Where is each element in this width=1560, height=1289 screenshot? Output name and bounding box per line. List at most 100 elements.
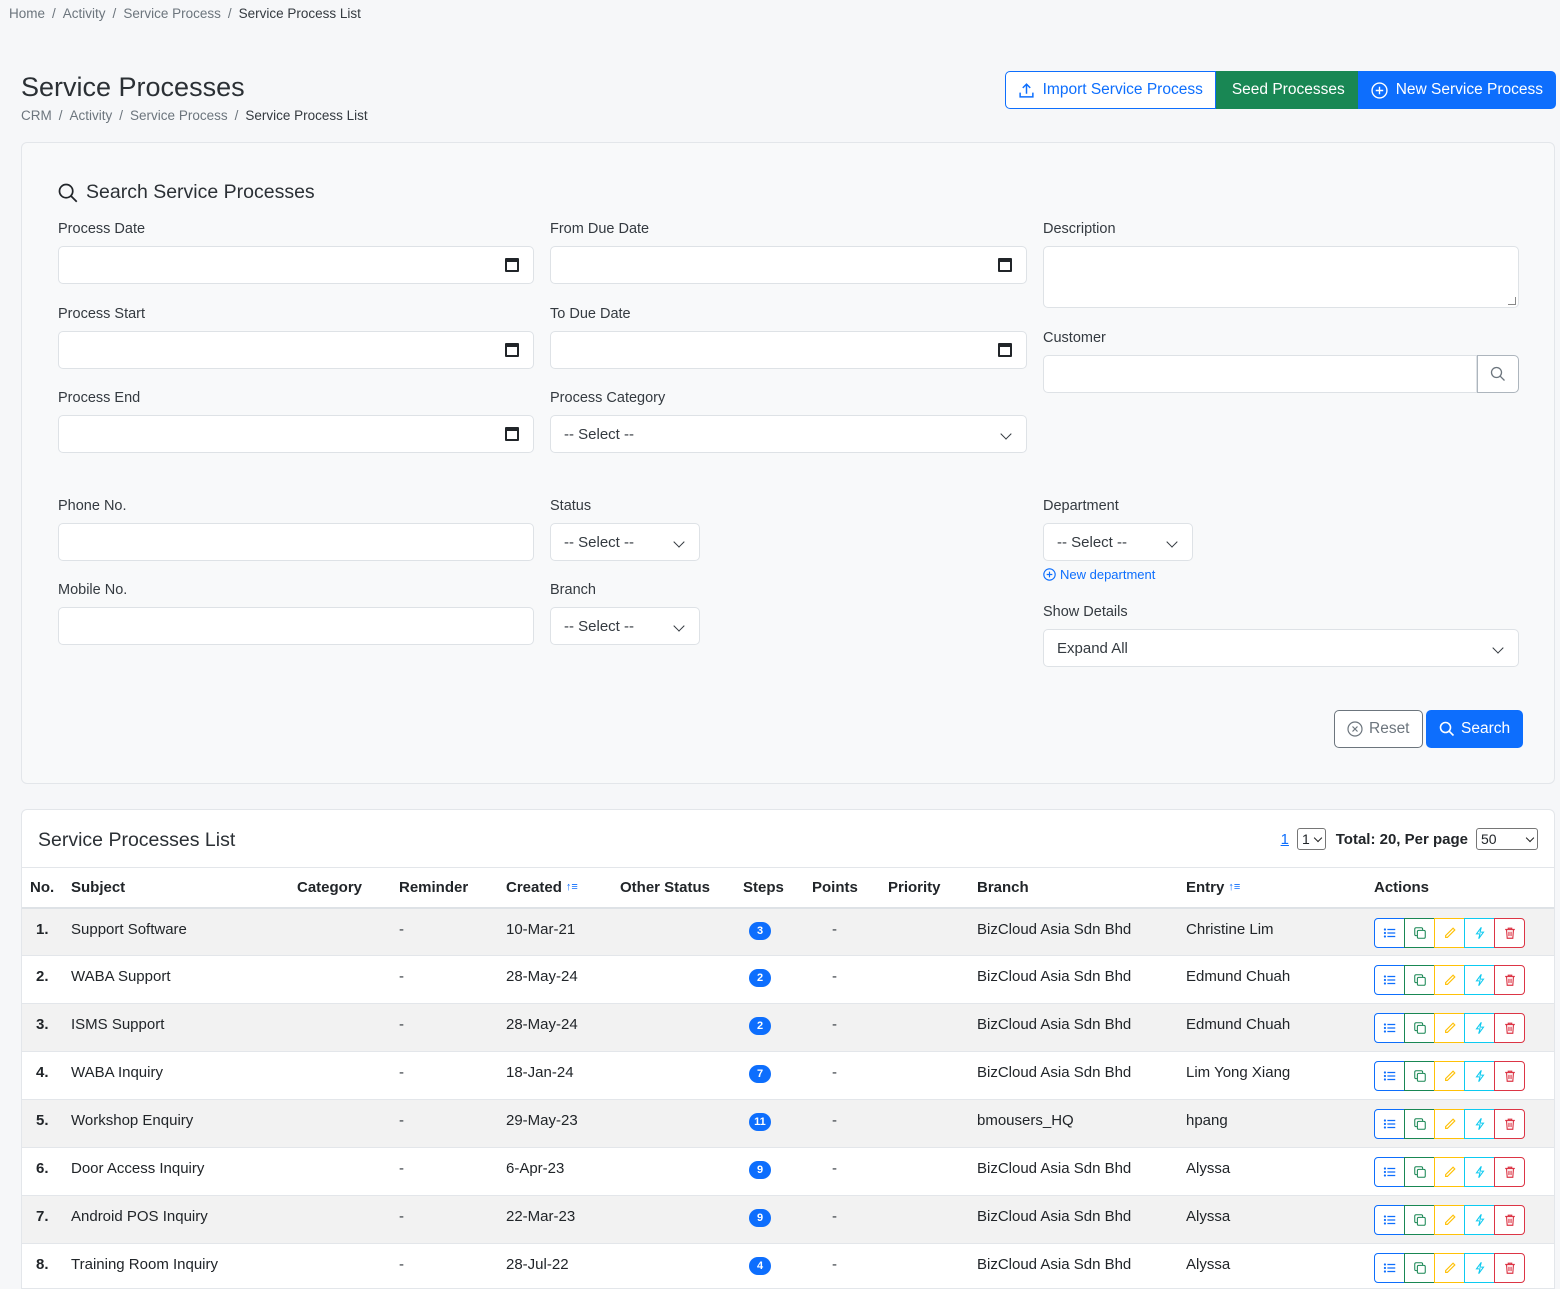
- row-subject[interactable]: Training Room Inquiry: [63, 1244, 289, 1289]
- row-subject[interactable]: WABA Support: [63, 956, 289, 1004]
- trigger-button[interactable]: [1464, 1013, 1495, 1043]
- copy-button[interactable]: [1404, 1205, 1435, 1235]
- copy-button[interactable]: [1404, 918, 1435, 948]
- crumb-service-process-2[interactable]: Service Process: [130, 108, 228, 123]
- view-steps-button[interactable]: [1374, 1253, 1405, 1283]
- calendar-icon[interactable]: [505, 258, 519, 272]
- view-steps-button[interactable]: [1374, 918, 1405, 948]
- view-steps-button[interactable]: [1374, 1157, 1405, 1187]
- row-subject[interactable]: Android POS Inquiry: [63, 1196, 289, 1244]
- process-date-input[interactable]: [58, 246, 534, 284]
- copy-button[interactable]: [1404, 1157, 1435, 1187]
- row-subject[interactable]: Support Software: [63, 908, 289, 956]
- delete-button[interactable]: [1494, 1061, 1525, 1091]
- row-subject[interactable]: ISMS Support: [63, 1004, 289, 1052]
- edit-button[interactable]: [1434, 918, 1465, 948]
- edit-button[interactable]: [1434, 1205, 1465, 1235]
- status-select[interactable]: -- Select --: [550, 523, 700, 561]
- delete-button[interactable]: [1494, 918, 1525, 948]
- table-row[interactable]: 8.Training Room Inquiry-28-Jul-224-BizCl…: [22, 1244, 1554, 1289]
- copy-button[interactable]: [1404, 965, 1435, 995]
- trigger-button[interactable]: [1464, 1157, 1495, 1187]
- trigger-button[interactable]: [1464, 965, 1495, 995]
- edit-button[interactable]: [1434, 1157, 1465, 1187]
- delete-button[interactable]: [1494, 1157, 1525, 1187]
- reset-button[interactable]: Reset: [1334, 710, 1423, 748]
- delete-button[interactable]: [1494, 965, 1525, 995]
- new-service-process-button[interactable]: New Service Process: [1358, 71, 1556, 109]
- trigger-button[interactable]: [1464, 1253, 1495, 1283]
- trigger-button[interactable]: [1464, 1061, 1495, 1091]
- edit-button[interactable]: [1434, 1013, 1465, 1043]
- crumb-service-process[interactable]: Service Process: [123, 6, 221, 21]
- calendar-icon[interactable]: [505, 427, 519, 441]
- search-button[interactable]: Search: [1426, 710, 1523, 748]
- view-steps-button[interactable]: [1374, 965, 1405, 995]
- per-page-select[interactable]: 50: [1476, 828, 1538, 850]
- edit-button[interactable]: [1434, 1253, 1465, 1283]
- trigger-button[interactable]: [1464, 1109, 1495, 1139]
- edit-button[interactable]: [1434, 1061, 1465, 1091]
- trigger-button[interactable]: [1464, 918, 1495, 948]
- page-link[interactable]: 1: [1281, 831, 1289, 848]
- department-select[interactable]: -- Select --: [1043, 523, 1193, 561]
- delete-button[interactable]: [1494, 1109, 1525, 1139]
- table-row[interactable]: 6.Door Access Inquiry-6-Apr-239-BizCloud…: [22, 1148, 1554, 1196]
- calendar-icon[interactable]: [505, 343, 519, 357]
- copy-button[interactable]: [1404, 1109, 1435, 1139]
- trigger-button[interactable]: [1464, 1205, 1495, 1235]
- view-steps-button[interactable]: [1374, 1109, 1405, 1139]
- branch-select[interactable]: -- Select --: [550, 607, 700, 645]
- delete-button[interactable]: [1494, 1013, 1525, 1043]
- copy-button[interactable]: [1404, 1253, 1435, 1283]
- import-service-process-button[interactable]: Import Service Process: [1005, 71, 1216, 109]
- phone-no-input[interactable]: [58, 523, 534, 561]
- seed-processes-button[interactable]: Seed Processes: [1216, 71, 1358, 109]
- customer-input[interactable]: [1043, 355, 1477, 393]
- process-category-select[interactable]: -- Select --: [550, 415, 1027, 453]
- calendar-icon[interactable]: [998, 343, 1012, 357]
- process-end-input[interactable]: [58, 415, 534, 453]
- table-row[interactable]: 5.Workshop Enquiry-29-May-2311-bmousers_…: [22, 1100, 1554, 1148]
- crumb-crm[interactable]: CRM: [21, 108, 52, 123]
- crumb-activity-2[interactable]: Activity: [70, 108, 113, 123]
- col-reminder[interactable]: Reminder: [391, 868, 498, 908]
- edit-button[interactable]: [1434, 1109, 1465, 1139]
- row-subject[interactable]: Workshop Enquiry: [63, 1100, 289, 1148]
- process-start-input[interactable]: [58, 331, 534, 369]
- copy-button[interactable]: [1404, 1061, 1435, 1091]
- view-steps-button[interactable]: [1374, 1013, 1405, 1043]
- to-due-date-input[interactable]: [550, 331, 1027, 369]
- col-priority[interactable]: Priority: [880, 868, 969, 908]
- customer-search-button[interactable]: [1477, 355, 1519, 393]
- delete-button[interactable]: [1494, 1253, 1525, 1283]
- calendar-icon[interactable]: [998, 258, 1012, 272]
- from-due-date-input[interactable]: [550, 246, 1027, 284]
- edit-button[interactable]: [1434, 965, 1465, 995]
- page-select[interactable]: 1: [1297, 828, 1326, 850]
- crumb-home[interactable]: Home: [9, 6, 45, 21]
- col-branch[interactable]: Branch: [969, 868, 1178, 908]
- copy-button[interactable]: [1404, 1013, 1435, 1043]
- show-details-select[interactable]: Expand All: [1043, 629, 1519, 667]
- view-steps-button[interactable]: [1374, 1205, 1405, 1235]
- col-created[interactable]: Created↑≡: [498, 868, 612, 908]
- crumb-activity[interactable]: Activity: [63, 6, 106, 21]
- view-steps-button[interactable]: [1374, 1061, 1405, 1091]
- table-row[interactable]: 7.Android POS Inquiry-22-Mar-239-BizClou…: [22, 1196, 1554, 1244]
- new-department-link[interactable]: New department: [1043, 567, 1193, 582]
- col-category[interactable]: Category: [289, 868, 391, 908]
- resize-handle-icon[interactable]: [1508, 297, 1516, 305]
- description-textarea[interactable]: [1043, 246, 1519, 308]
- row-subject[interactable]: Door Access Inquiry: [63, 1148, 289, 1196]
- sort-icon[interactable]: ↑≡: [566, 881, 578, 893]
- sort-icon[interactable]: ↑≡: [1228, 881, 1240, 893]
- col-subject[interactable]: Subject: [63, 868, 289, 908]
- col-entry[interactable]: Entry↑≡: [1178, 868, 1366, 908]
- table-row[interactable]: 4.WABA Inquiry-18-Jan-247-BizCloud Asia …: [22, 1052, 1554, 1100]
- table-row[interactable]: 2.WABA Support-28-May-242-BizCloud Asia …: [22, 956, 1554, 1004]
- table-row[interactable]: 3.ISMS Support-28-May-242-BizCloud Asia …: [22, 1004, 1554, 1052]
- table-row[interactable]: 1.Support Software-10-Mar-213-BizCloud A…: [22, 908, 1554, 956]
- delete-button[interactable]: [1494, 1205, 1525, 1235]
- row-subject[interactable]: WABA Inquiry: [63, 1052, 289, 1100]
